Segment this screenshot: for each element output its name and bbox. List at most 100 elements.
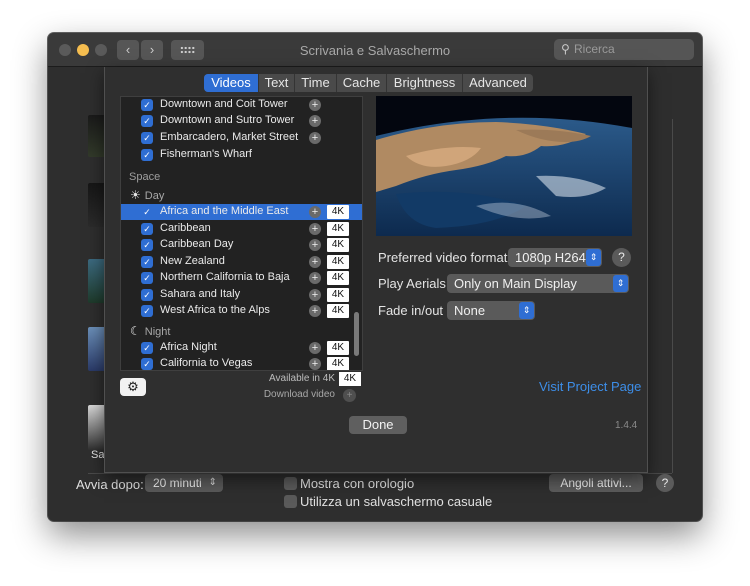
download-plus-icon[interactable]: +: [309, 256, 321, 268]
video-checkbox[interactable]: ✓: [141, 223, 153, 235]
video-checkbox[interactable]: ✓: [141, 239, 153, 251]
list-item[interactable]: ✓ Downtown and Coit Tower +: [121, 97, 362, 113]
show-clock-checkbox[interactable]: [284, 477, 297, 490]
4k-badge: 4K: [327, 341, 349, 355]
play-aerials-value: Only on Main Display: [454, 276, 577, 291]
4k-badge: 4K: [327, 222, 349, 236]
video-checkbox[interactable]: ✓: [141, 149, 153, 161]
download-plus-icon[interactable]: +: [309, 223, 321, 235]
start-after-value: 20 minuti: [153, 476, 202, 490]
options-gear-button[interactable]: ⚙: [120, 378, 146, 396]
download-plus-icon[interactable]: +: [309, 305, 321, 317]
start-after-select[interactable]: 20 minuti ⇕: [145, 474, 223, 492]
aerial-settings-sheet: Videos Text Time Cache Brightness Advanc…: [104, 67, 648, 473]
list-item[interactable]: ✓ California to Vegas + 4K: [121, 356, 362, 370]
fade-value: None: [454, 303, 486, 318]
video-checkbox[interactable]: ✓: [141, 272, 153, 284]
tab-time[interactable]: Time: [295, 74, 337, 92]
download-plus-icon[interactable]: +: [309, 289, 321, 301]
video-name: Sahara and Italy: [160, 288, 241, 300]
video-preview: [376, 96, 632, 236]
tab-advanced[interactable]: Advanced: [463, 74, 533, 92]
preferred-format-label: Preferred video format: [378, 250, 508, 265]
list-item-selected[interactable]: ✓ Africa and the Middle East + 4K: [121, 204, 362, 220]
4k-badge: 4K: [327, 255, 349, 269]
day-label: Day: [144, 190, 165, 202]
video-checkbox[interactable]: ✓: [141, 99, 153, 111]
download-plus-icon[interactable]: +: [309, 239, 321, 251]
video-name: Embarcadero, Market Street: [160, 131, 299, 143]
help-button[interactable]: ?: [656, 474, 674, 492]
video-checkbox[interactable]: ✓: [141, 256, 153, 268]
4k-badge: 4K: [327, 357, 349, 370]
preferred-format-select[interactable]: 1080p H264 ⇕: [508, 248, 602, 267]
list-item[interactable]: ✓ New Zealand + 4K: [121, 254, 362, 270]
bottom-bar: Avvia dopo: 20 minuti ⇕ Mostra con orolo…: [48, 473, 702, 521]
list-item[interactable]: ✓ Caribbean + 4K: [121, 221, 362, 237]
list-item[interactable]: ✓ Caribbean Day + 4K: [121, 237, 362, 253]
visit-project-link[interactable]: Visit Project Page: [539, 379, 641, 394]
download-plus-icon[interactable]: +: [309, 358, 321, 370]
video-name: Fisherman's Wharf: [160, 148, 252, 160]
tab-cache[interactable]: Cache: [337, 74, 387, 92]
title-bar: ‹ › Scrivania e Salvaschermo ⚲ Ricerca: [48, 33, 702, 67]
video-checkbox[interactable]: ✓: [141, 358, 153, 370]
download-plus-icon[interactable]: +: [309, 132, 321, 144]
download-plus-icon: +: [343, 389, 356, 402]
list-item[interactable]: ✓ Fisherman's Wharf: [121, 147, 362, 163]
video-checkbox[interactable]: ✓: [141, 289, 153, 301]
moon-icon: ☾: [130, 324, 141, 338]
fade-label: Fade in/out: [378, 303, 444, 318]
video-checkbox[interactable]: ✓: [141, 115, 153, 127]
chevron-updown-icon: ⇕: [208, 477, 217, 488]
search-placeholder: Ricerca: [574, 42, 615, 56]
video-checkbox[interactable]: ✓: [141, 305, 153, 317]
preferences-window: ‹ › Scrivania e Salvaschermo ⚲ Ricerca S…: [48, 33, 702, 521]
video-name: Caribbean Day: [160, 238, 234, 250]
section-header-space: Space: [129, 171, 161, 183]
download-plus-icon[interactable]: +: [309, 342, 321, 354]
random-saver-label: Utilizza un salvaschermo casuale: [300, 494, 493, 509]
list-scrollbar[interactable]: [354, 312, 359, 356]
search-field[interactable]: ⚲ Ricerca: [554, 39, 694, 60]
video-list[interactable]: ✓ Downtown and Coit Tower + ✓ Downtown a…: [120, 96, 363, 371]
list-item[interactable]: ✓ West Africa to the Alps + 4K: [121, 303, 362, 319]
4k-badge: 4K: [327, 238, 349, 252]
4k-badge: 4K: [327, 205, 349, 219]
list-item[interactable]: ✓ Embarcadero, Market Street +: [121, 130, 362, 146]
download-plus-icon[interactable]: +: [309, 115, 321, 127]
list-item[interactable]: ✓ Africa Night + 4K: [121, 340, 362, 356]
tab-videos[interactable]: Videos: [204, 74, 259, 92]
search-icon: ⚲: [561, 42, 570, 56]
video-name: West Africa to the Alps: [160, 304, 270, 316]
subsection-day: ☀ Day: [130, 188, 164, 202]
list-item[interactable]: ✓ Northern California to Baja + 4K: [121, 270, 362, 286]
video-name: Africa Night: [160, 341, 217, 353]
video-checkbox[interactable]: ✓: [141, 342, 153, 354]
video-name: Downtown and Sutro Tower: [160, 114, 295, 126]
done-button[interactable]: Done: [349, 416, 407, 434]
chevron-updown-icon: ⇕: [613, 275, 628, 292]
hot-corners-button[interactable]: Angoli attivi...: [549, 474, 643, 492]
download-video-label: Download video: [263, 389, 335, 400]
download-plus-icon[interactable]: +: [309, 272, 321, 284]
random-saver-checkbox[interactable]: [284, 495, 297, 508]
download-plus-icon[interactable]: +: [309, 99, 321, 111]
list-item[interactable]: ✓ Sahara and Italy + 4K: [121, 287, 362, 303]
format-help-button[interactable]: ?: [612, 248, 631, 267]
tab-brightness[interactable]: Brightness: [387, 74, 463, 92]
video-checkbox[interactable]: ✓: [141, 132, 153, 144]
fade-select[interactable]: None ⇕: [447, 301, 535, 320]
play-aerials-select[interactable]: Only on Main Display ⇕: [447, 274, 629, 293]
video-name: New Zealand: [160, 255, 225, 267]
video-name: Caribbean: [160, 222, 211, 234]
download-plus-icon[interactable]: +: [309, 206, 321, 218]
4k-badge: 4K: [327, 288, 349, 302]
earth-from-space-image: [376, 96, 632, 236]
video-name: Africa and the Middle East: [160, 205, 289, 217]
video-checkbox[interactable]: ✓: [141, 206, 153, 218]
list-item[interactable]: ✓ Downtown and Sutro Tower +: [121, 113, 362, 129]
available-4k-label: Available in 4K: [269, 373, 335, 384]
tab-text[interactable]: Text: [259, 74, 295, 92]
chevron-updown-icon: ⇕: [519, 302, 534, 319]
